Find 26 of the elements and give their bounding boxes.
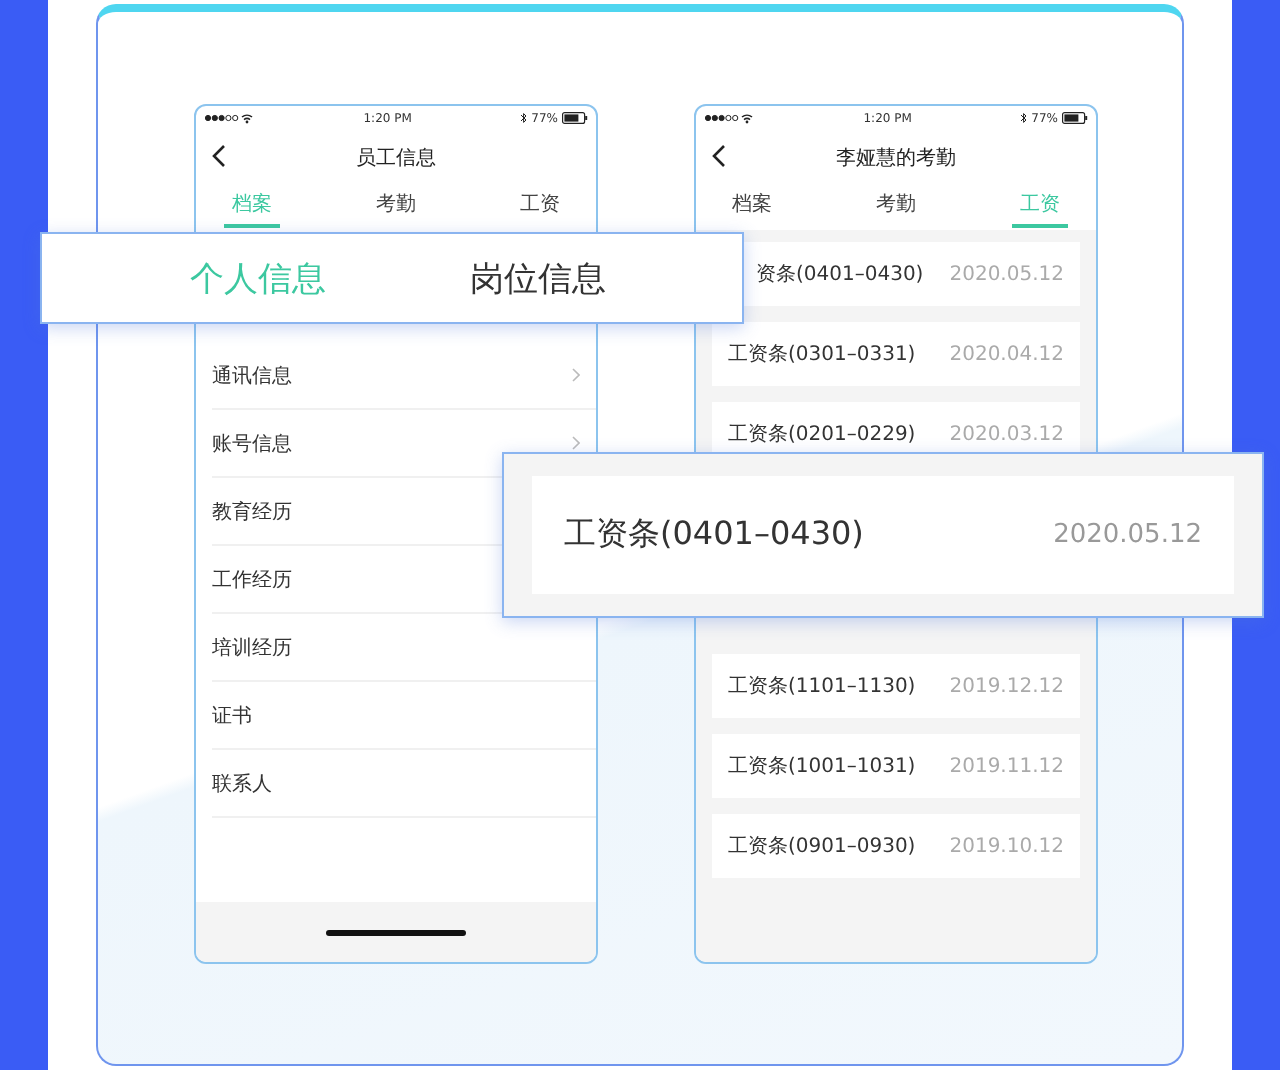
bluetooth-icon <box>1019 112 1028 124</box>
signal-wifi-icon <box>204 112 256 124</box>
tab[interactable]: 岗位信息 <box>470 255 606 301</box>
chevron-icon <box>572 368 580 382</box>
list-item[interactable]: 联系人 <box>212 750 596 818</box>
payslip-item[interactable]: 工资条(0401–0430) 2020.05.12 <box>532 476 1234 594</box>
bluetooth-icon <box>519 112 528 124</box>
signal-wifi-icon <box>704 112 756 124</box>
payslip-item[interactable]: 工资条(0901–0930) 2019.10.12 <box>712 814 1080 878</box>
tab[interactable]: 考勤 <box>868 186 924 228</box>
list-item[interactable]: 通讯信息 <box>212 342 596 410</box>
battery-icon <box>1062 112 1088 124</box>
back-icon[interactable] <box>212 144 226 168</box>
tab[interactable]: 考勤 <box>368 186 424 228</box>
payslip-item[interactable]: 工资条(0301–0331) 2020.04.12 <box>712 322 1080 386</box>
battery-icon <box>562 112 588 124</box>
chevron-icon <box>572 436 580 450</box>
screen-title: 员工信息 <box>356 145 436 172</box>
home-indicator <box>326 929 466 935</box>
screen-title: 李娅慧的考勤 <box>836 145 956 172</box>
tab[interactable]: 工资 <box>512 186 568 228</box>
back-icon[interactable] <box>712 144 726 168</box>
list-item[interactable]: 证书 <box>212 682 596 750</box>
payslip-item[interactable]: 工资条(1001–1031) 2019.11.12 <box>712 734 1080 798</box>
tab[interactable]: 档案 <box>724 186 780 228</box>
payslip-item[interactable]: 工资条(1101–1130) 2019.12.12 <box>712 654 1080 718</box>
